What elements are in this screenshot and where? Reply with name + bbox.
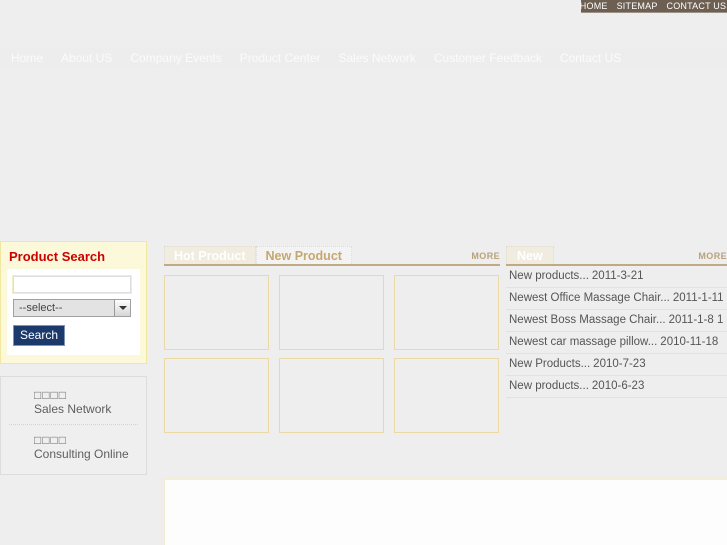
sidebar-item-consulting-online-label: Consulting Online bbox=[34, 447, 129, 461]
footer-content-panel bbox=[164, 477, 727, 545]
nav-item-customer-feedback[interactable]: Customer Feedback bbox=[425, 49, 551, 67]
hero-banner-area bbox=[0, 68, 727, 241]
sidebar-item-consulting-online-cn: □□□□ bbox=[34, 433, 67, 447]
product-thumbnail[interactable] bbox=[279, 275, 384, 350]
news-item-title[interactable]: New products... bbox=[509, 270, 589, 282]
left-sidebar: Product Search --select-- Search □□□□ Sa… bbox=[0, 241, 148, 475]
sidebar-item-consulting-online[interactable]: □□□□ Consulting Online bbox=[1, 431, 146, 464]
news-item-title[interactable]: Newest Boss Massage Chair... bbox=[509, 314, 666, 326]
product-thumbnail[interactable] bbox=[279, 358, 384, 433]
news-item-date: 2010-11-18 bbox=[660, 336, 719, 348]
news-item-date: 2011-1-8 1 bbox=[668, 314, 724, 326]
news-tabs: New MORE bbox=[506, 245, 727, 264]
news-more-link[interactable]: MORE bbox=[698, 251, 727, 264]
product-thumbnail[interactable] bbox=[394, 358, 499, 433]
nav-item-product-center[interactable]: Product Center bbox=[231, 49, 330, 67]
product-search-form: --select-- Search bbox=[7, 269, 140, 355]
product-thumbnail[interactable] bbox=[164, 275, 269, 350]
news-item-date: 2010-6-23 bbox=[591, 380, 645, 392]
product-thumbnail[interactable] bbox=[394, 275, 499, 350]
site-banner bbox=[0, 14, 727, 47]
nav-item-company-events[interactable]: Company Events bbox=[121, 49, 230, 67]
search-keyword-input[interactable] bbox=[12, 275, 132, 294]
utility-topbar: HOME SITEMAP CONTACT US bbox=[580, 0, 727, 13]
nav-item-contact-us[interactable]: Contact US bbox=[551, 49, 630, 67]
product-search-panel: Product Search --select-- Search bbox=[0, 241, 147, 364]
product-tabs: Hot Product New Product MORE bbox=[164, 245, 500, 264]
product-search-title: Product Search bbox=[9, 249, 106, 264]
news-item-title[interactable]: Newest car massage pillow... bbox=[509, 336, 657, 348]
search-submit-button[interactable]: Search bbox=[13, 325, 66, 346]
nav-item-about-us[interactable]: About US bbox=[52, 49, 121, 67]
news-panel: New MORE New products... 2011-3-21 Newest… bbox=[506, 245, 727, 398]
top-link-contact-us[interactable]: CONTACT US bbox=[667, 1, 727, 12]
search-category-select[interactable]: --select-- bbox=[13, 299, 131, 317]
sidebar-quick-links: □□□□ Sales Network □□□□ Consulting Onlin… bbox=[0, 376, 147, 475]
nav-item-home[interactable]: Home bbox=[2, 49, 52, 67]
tab-hot-product[interactable]: Hot Product bbox=[164, 246, 256, 264]
nav-item-sales-network[interactable]: Sales Network bbox=[330, 49, 425, 67]
news-item-date: 2011-1-11 bbox=[672, 292, 724, 304]
topbar-region: HOME SITEMAP CONTACT US bbox=[0, 0, 727, 14]
product-thumbnail[interactable] bbox=[164, 358, 269, 433]
sidebar-item-sales-network[interactable]: □□□□ Sales Network bbox=[1, 386, 146, 419]
sidebar-item-sales-network-cn: □□□□ bbox=[34, 388, 67, 402]
top-link-home[interactable]: HOME bbox=[580, 1, 608, 12]
product-showcase: Hot Product New Product MORE bbox=[164, 245, 500, 433]
sidebar-item-sales-network-label: Sales Network bbox=[34, 402, 112, 416]
news-item-title[interactable]: New Products... bbox=[509, 358, 590, 370]
tab-news-new[interactable]: New bbox=[506, 246, 554, 264]
news-list-item[interactable]: Newest Office Massage Chair... 2011-1-11 bbox=[506, 288, 727, 310]
news-item-title[interactable]: Newest Office Massage Chair... bbox=[509, 292, 670, 304]
tab-new-product[interactable]: New Product bbox=[255, 246, 352, 264]
main-navigation: Home About US Company Events Product Cen… bbox=[0, 47, 727, 68]
news-list-item[interactable]: New Products... 2010-7-23 bbox=[506, 354, 727, 376]
chevron-down-icon bbox=[114, 300, 130, 316]
sidebar-divider bbox=[9, 424, 138, 425]
news-list-item[interactable]: New products... 2011-3-21 bbox=[506, 266, 727, 288]
news-list: New products... 2011-3-21 Newest Office M… bbox=[506, 266, 727, 398]
news-list-item[interactable]: Newest Boss Massage Chair... 2011-1-8 1 bbox=[506, 310, 727, 332]
product-grid bbox=[164, 266, 500, 433]
top-link-sitemap[interactable]: SITEMAP bbox=[617, 1, 658, 12]
news-item-date: 2010-7-23 bbox=[593, 358, 646, 370]
news-list-item[interactable]: New products... 2010-6-23 bbox=[506, 376, 727, 398]
news-item-date: 2011-3-21 bbox=[591, 270, 644, 282]
news-item-title[interactable]: New products... bbox=[509, 380, 589, 392]
search-category-value: --select-- bbox=[19, 302, 63, 314]
news-list-item[interactable]: Newest car massage pillow... 2010-11-18 bbox=[506, 332, 727, 354]
product-more-link[interactable]: MORE bbox=[471, 251, 500, 264]
